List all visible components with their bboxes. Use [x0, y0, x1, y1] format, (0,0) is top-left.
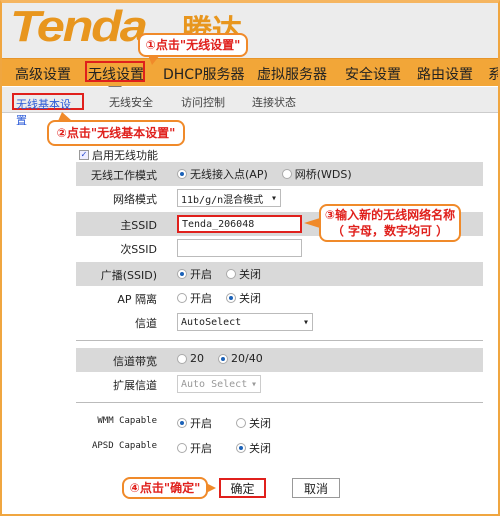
nav-routing[interactable]: 路由设置	[417, 64, 473, 84]
off-label: 关闭	[239, 268, 261, 281]
on-label: 开启	[190, 268, 212, 281]
highlight-wireless	[85, 61, 145, 82]
radio-icon	[226, 269, 236, 279]
row-channel: 信道 AutoSelect ▾	[76, 310, 483, 334]
row-work-mode: 无线工作模式 无线接入点(AP) 网桥(WDS)	[76, 162, 483, 186]
bandwidth-20-40-label: 20/40	[231, 352, 263, 365]
work-mode-label: 无线工作模式	[91, 169, 157, 182]
primary-ssid-input[interactable]: Tenda_206048	[177, 215, 302, 233]
callout-step3-line1: ③输入新的无线网络名称	[324, 208, 456, 222]
callout-tail	[206, 483, 216, 493]
primary-ssid-label: 主SSID	[120, 219, 157, 232]
apsd-on[interactable]: 开启	[177, 440, 212, 456]
ap-isolation-on[interactable]: 开启	[177, 290, 212, 306]
callout-tail	[148, 55, 160, 65]
bandwidth-20-label: 20	[190, 352, 204, 365]
radio-icon	[177, 353, 187, 364]
channel-value: AutoSelect	[181, 316, 242, 328]
subnav-wireless-security[interactable]: 无线安全	[109, 94, 153, 110]
chevron-down-icon: ▾	[302, 316, 309, 328]
nav-virtual-server[interactable]: 虚拟服务器	[257, 64, 327, 84]
callout-tail	[58, 112, 72, 121]
callout-step3-line2: （ 字母，数字均可 ）	[331, 224, 449, 238]
row-apsd: APSD Capable 开启 关闭	[76, 436, 483, 460]
subnav-access-control[interactable]: 访问控制	[181, 94, 225, 110]
network-mode-value: 11b/g/n混合模式	[181, 194, 264, 206]
divider	[76, 402, 483, 403]
divider	[76, 340, 483, 341]
row-bandwidth: 信道带宽 20 20/40	[76, 348, 483, 372]
ext-channel-value: Auto Select	[181, 378, 248, 390]
ap-isolation-off[interactable]: 关闭	[226, 290, 261, 306]
radio-icon	[218, 353, 228, 364]
radio-wds[interactable]: 网桥(WDS)	[281, 166, 352, 182]
bandwidth-label: 信道带宽	[113, 355, 157, 368]
channel-label: 信道	[135, 317, 157, 330]
off-label: 关闭	[239, 292, 261, 305]
checkbox-icon: ✓	[79, 150, 89, 160]
on-label: 开启	[190, 442, 212, 455]
off-label: 关闭	[249, 442, 271, 455]
callout-step2: ②点击"无线基本设置"	[47, 120, 185, 146]
enable-wireless-label: 启用无线功能	[92, 149, 158, 162]
row-ap-isolation: AP 隔离 开启 关闭	[76, 286, 483, 310]
ext-channel-label: 扩展信道	[113, 379, 157, 392]
tenda-logo: Tenda	[10, 2, 148, 51]
on-label: 开启	[190, 417, 212, 430]
nav-dhcp[interactable]: DHCP服务器	[163, 64, 245, 84]
row-broadcast: 广播(SSID) 开启 关闭	[76, 262, 483, 286]
main-nav: 高级设置 无线设置 DHCP服务器 虚拟服务器 安全设置 路由设置 系	[2, 58, 500, 86]
bandwidth-20-40[interactable]: 20/40	[218, 352, 263, 365]
radio-icon	[177, 169, 187, 179]
network-mode-label: 网络模式	[113, 193, 157, 206]
radio-ap[interactable]: 无线接入点(AP)	[177, 166, 268, 182]
broadcast-off[interactable]: 关闭	[226, 266, 261, 282]
cancel-button[interactable]: 取消	[292, 478, 340, 498]
callout-step3: ③输入新的无线网络名称 （ 字母，数字均可 ）	[319, 204, 461, 242]
callout-step4: ④点击"确定"	[122, 477, 208, 499]
callout-step1: ①点击"无线设置"	[138, 33, 248, 57]
wmm-on[interactable]: 开启	[177, 415, 212, 431]
radio-ap-label: 无线接入点(AP)	[190, 168, 268, 181]
radio-icon	[177, 418, 187, 428]
apsd-label: APSD Capable	[91, 441, 157, 451]
subnav-connection-status[interactable]: 连接状态	[252, 94, 296, 110]
chevron-down-icon: ▾	[270, 192, 277, 204]
secondary-ssid-label: 次SSID	[120, 243, 157, 256]
chevron-down-icon: ▾	[250, 378, 257, 390]
radio-icon	[236, 443, 246, 453]
radio-icon	[177, 293, 187, 303]
callout-tail	[304, 218, 320, 228]
ext-channel-select[interactable]: Auto Select ▾	[177, 375, 261, 393]
off-label: 关闭	[249, 417, 271, 430]
radio-icon	[226, 293, 236, 303]
radio-icon	[236, 418, 246, 428]
row-ext-channel: 扩展信道 Auto Select ▾	[76, 372, 483, 396]
subnav-wireless-basic[interactable]: 无线基本设置	[12, 93, 84, 127]
secondary-ssid-input[interactable]	[177, 239, 302, 257]
wmm-off[interactable]: 关闭	[236, 415, 271, 431]
radio-icon	[281, 169, 292, 179]
on-label: 开启	[190, 292, 212, 305]
header: Tenda 腾达	[2, 2, 498, 58]
broadcast-label: 广播(SSID)	[100, 269, 157, 282]
ok-button[interactable]: 确定	[219, 478, 266, 498]
wmm-label: WMM Capable	[97, 416, 157, 426]
radio-wds-label: 网桥(WDS)	[294, 168, 352, 181]
network-mode-select[interactable]: 11b/g/n混合模式 ▾	[177, 189, 281, 207]
bandwidth-20[interactable]: 20	[177, 352, 204, 365]
apsd-off[interactable]: 关闭	[236, 440, 271, 456]
ap-isolation-label: AP 隔离	[117, 293, 157, 306]
broadcast-on[interactable]: 开启	[177, 266, 212, 282]
channel-select[interactable]: AutoSelect ▾	[177, 313, 313, 331]
enable-wireless-checkbox[interactable]: ✓ 启用无线功能	[79, 147, 158, 163]
radio-icon	[177, 443, 187, 453]
nav-advanced[interactable]: 高级设置	[15, 64, 71, 84]
nav-system[interactable]: 系	[488, 64, 500, 84]
row-wmm: WMM Capable 开启 关闭	[76, 411, 483, 435]
radio-icon	[177, 269, 187, 279]
nav-security[interactable]: 安全设置	[345, 64, 401, 84]
